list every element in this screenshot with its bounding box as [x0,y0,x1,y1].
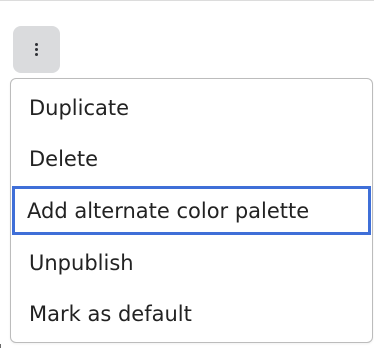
more-actions-button[interactable] [13,26,60,73]
menu-item-label: Mark as default [29,301,192,326]
dot [35,53,38,56]
menu-item-unpublish[interactable]: Unpublish [14,237,369,288]
menu-item-delete[interactable]: Delete [14,133,369,184]
dot [35,43,38,46]
dot [35,48,38,51]
actions-menu: Duplicate Delete Add alternate color pal… [10,78,373,343]
menu-item-label: Unpublish [29,250,134,275]
vertical-dots-icon [35,43,38,56]
menu-item-label: Delete [29,146,98,171]
menu-item-duplicate[interactable]: Duplicate [14,82,369,133]
menu-item-label: Duplicate [29,95,130,120]
menu-item-mark-as-default[interactable]: Mark as default [14,288,369,339]
page: Duplicate Delete Add alternate color pal… [0,0,374,348]
background-edge [0,344,1,348]
top-divider [0,0,374,1]
menu-item-add-alternate-color-palette[interactable]: Add alternate color palette [12,186,371,235]
menu-item-label: Add alternate color palette [27,198,310,223]
